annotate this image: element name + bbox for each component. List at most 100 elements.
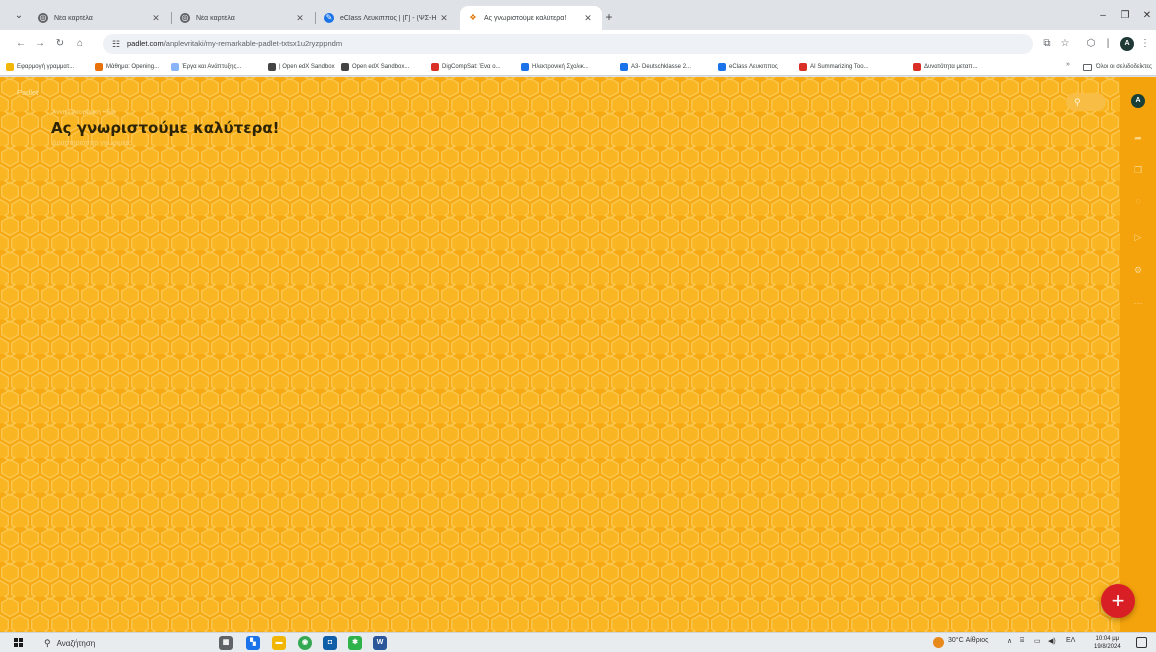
- bookmark-label: A3- Deutschklasse 2...: [631, 64, 692, 70]
- notification-center-icon[interactable]: [1136, 637, 1147, 648]
- tab-title: Ας γνωριστούμε καλύτερα!: [484, 14, 567, 22]
- bookmark-favicon-icon: [6, 63, 14, 71]
- app-icon[interactable]: ◘: [323, 636, 337, 650]
- network-icon[interactable]: ⌸: [1020, 637, 1024, 649]
- bookmark-label: | Open edX Sandbox: [279, 64, 335, 70]
- padlet-board[interactable]: Padlet Άννα Πλευρίτακη • 5m Ας γνωριστού…: [0, 77, 1156, 632]
- tab-1[interactable]: ◎ Νέα καρτέλα ✕: [30, 6, 170, 30]
- bookmark-label: DigCompSat: Ένα ο...: [442, 64, 501, 70]
- taskbar-search-label: Αναζήτηση: [56, 638, 96, 648]
- all-bookmarks-folder[interactable]: Όλοι οι σελιδοδείκτες: [1083, 61, 1152, 73]
- browser-menu-icon[interactable]: ⋮: [1138, 37, 1152, 51]
- tab-3[interactable]: ✎ eClass Λευκιππος | [Γ] - (ΨΣ-Η ✕: [316, 6, 458, 30]
- add-post-button[interactable]: +: [1101, 584, 1135, 618]
- profile-avatar[interactable]: A: [1120, 37, 1134, 51]
- author-line: Άννα Πλευρίτακη • 5m: [52, 109, 116, 116]
- tab-2[interactable]: ◎ Νέα καρτέλα ✕: [172, 6, 314, 30]
- remake-icon[interactable]: ❒: [1130, 162, 1146, 178]
- taskbar-search[interactable]: ⚲ Αναζήτηση: [44, 636, 95, 650]
- tab-strip: ⌄ ◎ Νέα καρτέλα ✕ ◎ Νέα καρτέλα ✕ ✎ eCla…: [0, 0, 1156, 30]
- close-tab-icon[interactable]: ✕: [438, 13, 450, 24]
- board-subtitle: Δραστηριότητα γνωριμίας: [52, 140, 132, 147]
- cast-icon[interactable]: ⧉: [1040, 37, 1054, 51]
- bookmark-favicon-icon: [521, 63, 529, 71]
- forward-arrow-icon[interactable]: →: [33, 37, 47, 51]
- new-tab-button[interactable]: +: [601, 9, 617, 25]
- tab-4-active[interactable]: ❖ Ας γνωριστούμε καλύτερα! ✕: [460, 6, 602, 30]
- display-icon[interactable]: ▭: [1034, 637, 1041, 649]
- search-icon: ⚲: [1074, 97, 1081, 107]
- bookmark-favicon-icon: [95, 63, 103, 71]
- bookmark-label: Έργα και Ανάπτυξης...: [182, 64, 242, 70]
- weather-icon[interactable]: [933, 637, 944, 648]
- bookmark-favicon-icon: [913, 63, 921, 71]
- bookmark-label: eClass Λευκιππος: [729, 64, 778, 70]
- url-host: padlet.com: [127, 39, 164, 48]
- settings-gear-icon[interactable]: ⚙: [1130, 262, 1146, 278]
- maximize-button[interactable]: ❐: [1114, 8, 1136, 24]
- bookmark-item[interactable]: AI Summarizing Too...: [799, 61, 869, 73]
- bookmark-label: Δυνατότητα μεταπ...: [924, 64, 978, 70]
- bookmark-favicon-icon: [620, 63, 628, 71]
- bookmark-label: Εφαρμογή γραμματ...: [17, 64, 75, 70]
- folder-icon: [1083, 63, 1092, 71]
- minimize-button[interactable]: –: [1092, 8, 1114, 24]
- weather-text[interactable]: 30°C Αίθριος: [948, 637, 989, 649]
- board-search-button[interactable]: ⚲: [1066, 93, 1106, 111]
- volume-icon[interactable]: ◀): [1048, 637, 1056, 649]
- bookmark-item[interactable]: Έργα και Ανάπτυξης...: [171, 61, 241, 73]
- all-bookmarks-label: Όλοι οι σελιδοδείκτες: [1096, 64, 1152, 70]
- bookmark-item[interactable]: A3- Deutschklasse 2...: [620, 61, 691, 73]
- extensions-icon[interactable]: ⬡: [1084, 37, 1098, 51]
- app-icon[interactable]: ▚: [246, 636, 260, 650]
- tray-chevron-icon[interactable]: ∧: [1007, 637, 1012, 649]
- language-indicator[interactable]: ΕΛ: [1066, 637, 1075, 649]
- site-info-icon[interactable]: ☷: [109, 37, 123, 51]
- slideshow-icon[interactable]: ▷: [1130, 229, 1146, 245]
- bookmark-label: Μάθημα: Opening...: [106, 64, 160, 70]
- task-view-icon[interactable]: ▦: [219, 636, 233, 650]
- bookmark-item[interactable]: Ηλεκτρονική Σχολικ...: [521, 61, 589, 73]
- user-avatar[interactable]: A: [1131, 94, 1145, 108]
- windows-start-icon[interactable]: [14, 638, 24, 648]
- notifications-bell-icon[interactable]: ◌: [1130, 193, 1146, 209]
- url-path: /anplevritaki/my-remarkable-padlet-txtsx…: [163, 39, 343, 48]
- bookmark-item[interactable]: Δυνατότητα μεταπ...: [913, 61, 978, 73]
- close-tab-icon[interactable]: ✕: [294, 13, 306, 24]
- bookmark-star-icon[interactable]: ☆: [1058, 37, 1072, 51]
- bookmark-favicon-icon: [268, 63, 276, 71]
- share-icon[interactable]: ➦: [1130, 130, 1146, 146]
- bookmarks-overflow-button[interactable]: »: [1066, 61, 1070, 68]
- chrome-icon[interactable]: ◉: [298, 636, 312, 650]
- honeycomb-wallpaper: [0, 77, 1120, 632]
- more-options-icon[interactable]: ···: [1130, 295, 1146, 311]
- close-tab-icon[interactable]: ✕: [582, 13, 594, 24]
- bookmark-item[interactable]: eClass Λευκιππος: [718, 61, 778, 73]
- tab-search-chevron-icon[interactable]: ⌄: [12, 9, 26, 23]
- app-icon[interactable]: ✱: [348, 636, 362, 650]
- close-tab-icon[interactable]: ✕: [150, 13, 162, 24]
- address-bar[interactable]: ☷ padlet.com/anplevritaki/my-remarkable-…: [103, 34, 1033, 54]
- reload-icon[interactable]: ↻: [53, 37, 67, 51]
- windows-taskbar: ⚲ Αναζήτηση ▦ ▚ ▬ ◉ ◘ ✱ W 30°C Αίθριος ∧…: [0, 632, 1156, 652]
- tab-title: Νέα καρτέλα: [196, 14, 235, 22]
- taskbar-clock[interactable]: 10:04 μμ 19/8/2024: [1094, 635, 1121, 651]
- tab-title: eClass Λευκιππος | [Γ] - (ΨΣ-Η: [340, 14, 437, 22]
- toolbar-divider: |: [1106, 38, 1110, 49]
- bookmark-item[interactable]: | Open edX Sandbox: [268, 61, 335, 73]
- file-explorer-icon[interactable]: ▬: [272, 636, 286, 650]
- bookmark-favicon-icon: [431, 63, 439, 71]
- bookmark-item[interactable]: Εφαρμογή γραμματ...: [6, 61, 74, 73]
- close-window-button[interactable]: ✕: [1136, 8, 1156, 24]
- back-arrow-icon[interactable]: ←: [14, 37, 28, 51]
- bookmark-label: AI Summarizing Too...: [810, 64, 869, 70]
- word-icon[interactable]: W: [373, 636, 387, 650]
- home-icon[interactable]: ⌂: [73, 37, 87, 51]
- bookmark-item[interactable]: Μάθημα: Opening...: [95, 61, 159, 73]
- bookmark-item[interactable]: Open edX Sandbox...: [341, 61, 409, 73]
- bookmark-favicon-icon: [799, 63, 807, 71]
- padlet-logo[interactable]: Padlet: [17, 88, 38, 97]
- tab-title: Νέα καρτέλα: [54, 14, 93, 22]
- bookmark-item[interactable]: DigCompSat: Ένα ο...: [431, 61, 501, 73]
- bookmarks-bar: Εφαρμογή γραμματ... Μάθημα: Opening... Έ…: [0, 58, 1156, 76]
